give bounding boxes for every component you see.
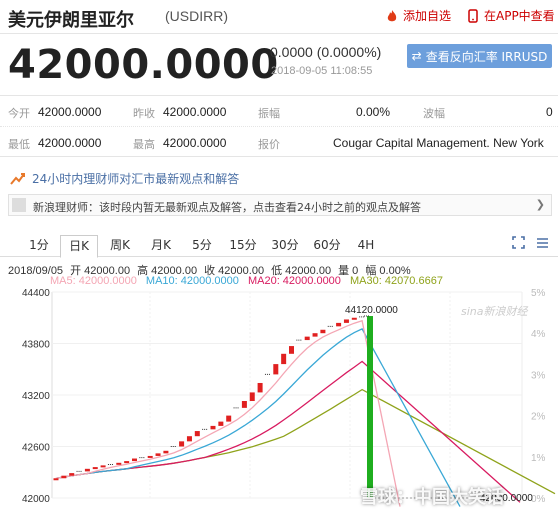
avatar xyxy=(12,198,26,212)
candle xyxy=(61,475,67,479)
high-value: 42000.0000 xyxy=(163,136,227,150)
open-in-app-button[interactable]: 在APP中查看 xyxy=(466,7,555,24)
candle xyxy=(289,346,294,354)
amplitude-label: 振幅 xyxy=(258,107,280,120)
page-title: 美元伊朗里亚尔 xyxy=(8,10,134,31)
tab-60min[interactable]: 60分 xyxy=(310,235,344,257)
quote-source-value: Cougar Capital Management. New York xyxy=(333,136,544,150)
settings-icon[interactable] xyxy=(536,236,549,253)
candle xyxy=(304,336,310,341)
stats-panel: 今开 42000.0000 昨收 42000.0000 振幅 0.00% 波幅 … xyxy=(0,95,558,157)
quote-source-label: 报价 xyxy=(258,138,280,151)
candle xyxy=(163,450,169,454)
tab-4h[interactable]: 4H xyxy=(352,235,380,257)
kline-chart[interactable]: 44400 43800 43200 42600 42000 5% 4% 3% 2% 1% 0% 441… xyxy=(0,286,558,510)
advisor-heading[interactable]: 24小时内理财师对汇市最新观点和解答 xyxy=(10,170,239,187)
ma30-line xyxy=(55,388,556,495)
y-tick-label: 44400 xyxy=(22,288,50,299)
fullscreen-icon[interactable] xyxy=(512,236,525,253)
y-tick-label: 42000 xyxy=(22,494,50,505)
y-right-tick-label: 5% xyxy=(531,288,546,299)
phone-icon xyxy=(468,8,478,23)
max-price-label: 44120.0000 xyxy=(345,305,398,316)
candle xyxy=(116,462,122,465)
ma5-line xyxy=(55,319,401,507)
y-right-tick-label: 4% xyxy=(531,329,546,340)
candle xyxy=(343,319,349,323)
y-tick-label: 42600 xyxy=(22,443,50,454)
current-price: 42000.0000 xyxy=(8,42,279,88)
candle xyxy=(132,458,137,462)
open-in-app-label: 在APP中查看 xyxy=(484,9,555,23)
candle xyxy=(241,401,247,408)
reverse-rate-button[interactable]: ⇄ 查看反向汇率 IRRUSD xyxy=(407,44,552,68)
candle xyxy=(312,333,318,337)
advisor-message-box[interactable]: 新浪理财师：该时段内暂无最新观点及解答，点击查看24小时之前的观点及解答 ❯ xyxy=(8,194,552,216)
prev-close-value: 42000.0000 xyxy=(163,105,227,119)
sina-watermark: sina新浪财经 xyxy=(461,305,528,318)
candle xyxy=(186,436,192,442)
chevron-right-icon: ❯ xyxy=(535,198,545,211)
candle xyxy=(179,441,185,447)
candle xyxy=(155,453,161,456)
ma10-line xyxy=(55,328,461,507)
y-tick-label: 43200 xyxy=(22,391,50,402)
candle xyxy=(194,431,200,437)
candle xyxy=(281,353,287,365)
y-right-tick-label: 1% xyxy=(531,453,546,464)
candle xyxy=(124,461,130,464)
advisor-section: 24小时内理财师对汇市最新观点和解答 新浪理财师：该时段内暂无最新观点及解答，点… xyxy=(0,163,558,221)
candle xyxy=(69,473,75,476)
tab-daily-k[interactable]: 日K xyxy=(60,235,98,258)
wave-value: 0 xyxy=(546,105,553,119)
price-change: 0.0000 (0.0000%) xyxy=(270,44,382,60)
y-right-tick-label: 0% xyxy=(531,494,546,505)
advisor-message: 新浪理财师：该时段内暂无最新观点及解答，点击查看24小时之前的观点及解答 xyxy=(33,201,421,214)
last-candle xyxy=(367,316,373,498)
candle xyxy=(210,425,216,430)
low-label: 最低 xyxy=(8,138,30,151)
period-tabs: 1分 日K 周K 月K 5分 15分 30分 60分 4H xyxy=(0,231,558,258)
open-value: 42000.0000 xyxy=(38,105,102,119)
tab-5min[interactable]: 5分 xyxy=(188,235,216,257)
advisor-heading-label: 24小时内理财师对汇市最新观点和解答 xyxy=(32,172,240,186)
candle xyxy=(226,415,232,422)
tab-30min[interactable]: 30分 xyxy=(268,235,302,257)
swap-icon: ⇄ xyxy=(411,49,422,63)
tab-weekly-k[interactable]: 周K xyxy=(104,235,136,257)
candle xyxy=(320,329,326,334)
currency-code: (USDIRR) xyxy=(165,8,228,24)
wave-label: 波幅 xyxy=(423,107,445,120)
add-favorite-button[interactable]: 添加自选 xyxy=(385,7,451,24)
quote-time: 2018-09-05 11:08:55 xyxy=(271,65,373,77)
candle xyxy=(351,317,357,320)
candle xyxy=(273,364,279,375)
candle xyxy=(336,322,342,327)
candle xyxy=(218,421,224,426)
tab-15min[interactable]: 15分 xyxy=(226,235,260,257)
high-label: 最高 xyxy=(133,138,155,151)
header: 美元伊朗里亚尔 (USDIRR) 添加自选 在APP中查看 xyxy=(0,0,558,34)
candle xyxy=(147,455,153,458)
candle xyxy=(53,478,59,481)
y-right-tick-label: 3% xyxy=(531,370,546,381)
amplitude-value: 0.00% xyxy=(356,105,391,119)
tab-monthly-k[interactable]: 月K xyxy=(144,235,178,257)
y-tick-label: 43800 xyxy=(22,340,50,351)
candle xyxy=(249,392,255,402)
low-value: 42000.0000 xyxy=(38,136,102,150)
y-right-tick-label: 2% xyxy=(531,412,546,423)
fire-icon xyxy=(387,9,397,21)
tab-1min[interactable]: 1分 xyxy=(24,235,54,257)
trend-arrow-icon xyxy=(10,172,25,185)
candle xyxy=(100,465,106,468)
open-label: 今开 xyxy=(8,107,30,120)
candle xyxy=(92,467,98,470)
prev-close-label: 昨收 xyxy=(133,107,155,120)
xueqiu-watermark: 雪球：中国大笑话 xyxy=(360,487,504,508)
add-favorite-label: 添加自选 xyxy=(403,9,452,23)
reverse-rate-label: 查看反向汇率 IRRUSD xyxy=(425,49,548,64)
candle xyxy=(257,382,263,393)
candle xyxy=(84,468,90,472)
